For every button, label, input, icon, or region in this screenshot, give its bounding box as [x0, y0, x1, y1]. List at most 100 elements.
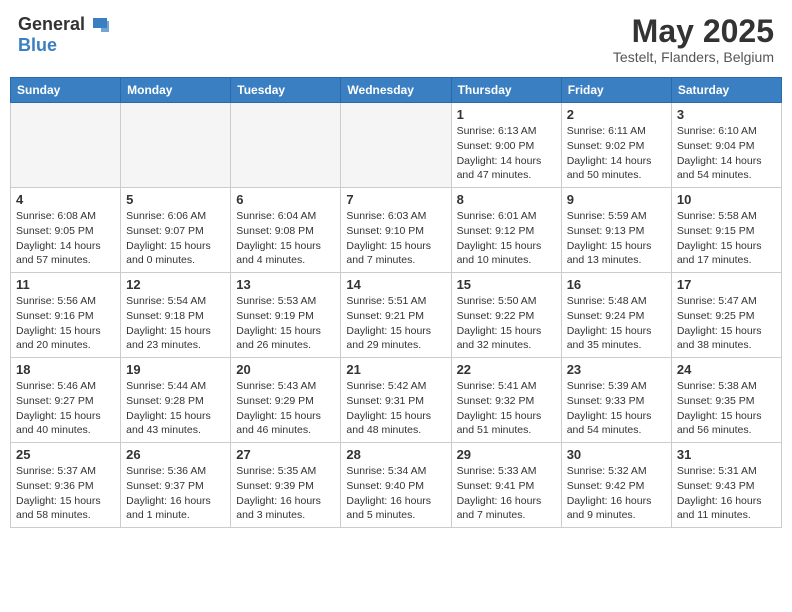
weekday-header-saturday: Saturday	[671, 78, 781, 103]
day-number: 16	[567, 277, 666, 292]
calendar-cell: 21Sunrise: 5:42 AM Sunset: 9:31 PM Dayli…	[341, 358, 451, 443]
day-info: Sunrise: 5:46 AM Sunset: 9:27 PM Dayligh…	[16, 379, 115, 438]
week-row-4: 18 Sunrise: 5:46 AM Sunset: 9:27 PM Dayli…	[11, 358, 782, 443]
calendar-cell: 20 Sunrise: 5:43 AM Sunset: 9:29 PM Dayli…	[231, 358, 341, 443]
day-number: 11	[16, 277, 115, 292]
day-info: Sunrise: 5:47 AM Sunset: 9:25 PM Dayligh…	[677, 294, 776, 353]
calendar-cell: 14 Sunrise: 5:51 AM Sunset: 9:21 PM Dayli…	[341, 273, 451, 358]
day-number: 27	[236, 447, 335, 462]
day-number: 1	[457, 107, 556, 122]
day-number: 19	[126, 362, 225, 377]
day-info: Sunrise: 6:08 AM Sunset: 9:05 PM Dayligh…	[16, 209, 115, 268]
day-number: 3	[677, 107, 776, 122]
calendar-cell: 10 Sunrise: 5:58 AM Sunset: 9:15 PM Dayli…	[671, 188, 781, 273]
week-row-2: 4Sunrise: 6:08 AM Sunset: 9:05 PM Daylig…	[11, 188, 782, 273]
calendar-cell: 5 Sunrise: 6:06 AM Sunset: 9:07 PM Daylig…	[121, 188, 231, 273]
calendar-cell: 26 Sunrise: 5:36 AM Sunset: 9:37 PM Dayli…	[121, 443, 231, 528]
day-number: 30	[567, 447, 666, 462]
day-number: 5	[126, 192, 225, 207]
calendar-cell: 29Sunrise: 5:33 AM Sunset: 9:41 PM Dayli…	[451, 443, 561, 528]
day-info: Sunrise: 5:39 AM Sunset: 9:33 PM Dayligh…	[567, 379, 666, 438]
day-info: Sunrise: 6:01 AM Sunset: 9:12 PM Dayligh…	[457, 209, 556, 268]
day-info: Sunrise: 5:32 AM Sunset: 9:42 PM Dayligh…	[567, 464, 666, 523]
day-info: Sunrise: 5:33 AM Sunset: 9:41 PM Dayligh…	[457, 464, 556, 523]
day-number: 31	[677, 447, 776, 462]
calendar-cell: 11Sunrise: 5:56 AM Sunset: 9:16 PM Dayli…	[11, 273, 121, 358]
day-number: 17	[677, 277, 776, 292]
day-number: 26	[126, 447, 225, 462]
logo-icon	[87, 16, 109, 34]
calendar-cell: 2Sunrise: 6:11 AM Sunset: 9:02 PM Daylig…	[561, 103, 671, 188]
day-number: 15	[457, 277, 556, 292]
day-number: 9	[567, 192, 666, 207]
calendar-cell: 17 Sunrise: 5:47 AM Sunset: 9:25 PM Dayli…	[671, 273, 781, 358]
day-number: 25	[16, 447, 115, 462]
day-info: Sunrise: 5:44 AM Sunset: 9:28 PM Dayligh…	[126, 379, 225, 438]
calendar-cell	[11, 103, 121, 188]
day-number: 13	[236, 277, 335, 292]
calendar-cell	[121, 103, 231, 188]
day-info: Sunrise: 5:51 AM Sunset: 9:21 PM Dayligh…	[346, 294, 445, 353]
calendar-cell: 24 Sunrise: 5:38 AM Sunset: 9:35 PM Dayli…	[671, 358, 781, 443]
calendar-cell: 30 Sunrise: 5:32 AM Sunset: 9:42 PM Dayli…	[561, 443, 671, 528]
logo-blue-text: Blue	[18, 35, 57, 55]
day-info: Sunrise: 5:43 AM Sunset: 9:29 PM Dayligh…	[236, 379, 335, 438]
day-info: Sunrise: 5:31 AM Sunset: 9:43 PM Dayligh…	[677, 464, 776, 523]
calendar-cell: 3 Sunrise: 6:10 AM Sunset: 9:04 PM Daylig…	[671, 103, 781, 188]
calendar-cell: 8Sunrise: 6:01 AM Sunset: 9:12 PM Daylig…	[451, 188, 561, 273]
calendar-cell: 1 Sunrise: 6:13 AM Sunset: 9:00 PM Daylig…	[451, 103, 561, 188]
day-info: Sunrise: 5:50 AM Sunset: 9:22 PM Dayligh…	[457, 294, 556, 353]
calendar-title: May 2025	[613, 14, 774, 49]
logo-general-text: General	[18, 14, 85, 35]
week-row-3: 11Sunrise: 5:56 AM Sunset: 9:16 PM Dayli…	[11, 273, 782, 358]
day-info: Sunrise: 6:13 AM Sunset: 9:00 PM Dayligh…	[457, 124, 556, 183]
day-info: Sunrise: 5:59 AM Sunset: 9:13 PM Dayligh…	[567, 209, 666, 268]
weekday-header-friday: Friday	[561, 78, 671, 103]
calendar-cell: 4Sunrise: 6:08 AM Sunset: 9:05 PM Daylig…	[11, 188, 121, 273]
day-info: Sunrise: 6:10 AM Sunset: 9:04 PM Dayligh…	[677, 124, 776, 183]
day-info: Sunrise: 5:34 AM Sunset: 9:40 PM Dayligh…	[346, 464, 445, 523]
calendar-cell: 28 Sunrise: 5:34 AM Sunset: 9:40 PM Dayli…	[341, 443, 451, 528]
calendar-cell: 23Sunrise: 5:39 AM Sunset: 9:33 PM Dayli…	[561, 358, 671, 443]
calendar-cell: 27 Sunrise: 5:35 AM Sunset: 9:39 PM Dayli…	[231, 443, 341, 528]
day-info: Sunrise: 6:06 AM Sunset: 9:07 PM Dayligh…	[126, 209, 225, 268]
calendar-location: Testelt, Flanders, Belgium	[613, 49, 774, 65]
day-number: 14	[346, 277, 445, 292]
day-number: 22	[457, 362, 556, 377]
calendar-cell: 22Sunrise: 5:41 AM Sunset: 9:32 PM Dayli…	[451, 358, 561, 443]
day-info: Sunrise: 5:42 AM Sunset: 9:31 PM Dayligh…	[346, 379, 445, 438]
day-info: Sunrise: 5:58 AM Sunset: 9:15 PM Dayligh…	[677, 209, 776, 268]
day-number: 10	[677, 192, 776, 207]
calendar-cell: 7 Sunrise: 6:03 AM Sunset: 9:10 PM Daylig…	[341, 188, 451, 273]
day-info: Sunrise: 5:54 AM Sunset: 9:18 PM Dayligh…	[126, 294, 225, 353]
calendar-cell: 19 Sunrise: 5:44 AM Sunset: 9:28 PM Dayli…	[121, 358, 231, 443]
week-row-5: 25Sunrise: 5:37 AM Sunset: 9:36 PM Dayli…	[11, 443, 782, 528]
day-number: 28	[346, 447, 445, 462]
weekday-header-sunday: Sunday	[11, 78, 121, 103]
calendar-cell: 25Sunrise: 5:37 AM Sunset: 9:36 PM Dayli…	[11, 443, 121, 528]
calendar-table: SundayMondayTuesdayWednesdayThursdayFrid…	[10, 77, 782, 528]
day-number: 18	[16, 362, 115, 377]
weekday-header-wednesday: Wednesday	[341, 78, 451, 103]
day-info: Sunrise: 5:38 AM Sunset: 9:35 PM Dayligh…	[677, 379, 776, 438]
calendar-cell: 9 Sunrise: 5:59 AM Sunset: 9:13 PM Daylig…	[561, 188, 671, 273]
calendar-cell: 16 Sunrise: 5:48 AM Sunset: 9:24 PM Dayli…	[561, 273, 671, 358]
day-number: 6	[236, 192, 335, 207]
calendar-cell	[231, 103, 341, 188]
logo: General Blue	[18, 14, 109, 56]
page-header: General Blue May 2025 Testelt, Flanders,…	[10, 10, 782, 69]
day-info: Sunrise: 6:03 AM Sunset: 9:10 PM Dayligh…	[346, 209, 445, 268]
calendar-cell	[341, 103, 451, 188]
title-block: May 2025 Testelt, Flanders, Belgium	[613, 14, 774, 65]
calendar-cell: 13Sunrise: 5:53 AM Sunset: 9:19 PM Dayli…	[231, 273, 341, 358]
weekday-header-row: SundayMondayTuesdayWednesdayThursdayFrid…	[11, 78, 782, 103]
day-number: 2	[567, 107, 666, 122]
day-info: Sunrise: 5:48 AM Sunset: 9:24 PM Dayligh…	[567, 294, 666, 353]
weekday-header-monday: Monday	[121, 78, 231, 103]
day-info: Sunrise: 5:36 AM Sunset: 9:37 PM Dayligh…	[126, 464, 225, 523]
day-info: Sunrise: 5:35 AM Sunset: 9:39 PM Dayligh…	[236, 464, 335, 523]
day-number: 7	[346, 192, 445, 207]
week-row-1: 1 Sunrise: 6:13 AM Sunset: 9:00 PM Daylig…	[11, 103, 782, 188]
day-number: 24	[677, 362, 776, 377]
day-number: 20	[236, 362, 335, 377]
